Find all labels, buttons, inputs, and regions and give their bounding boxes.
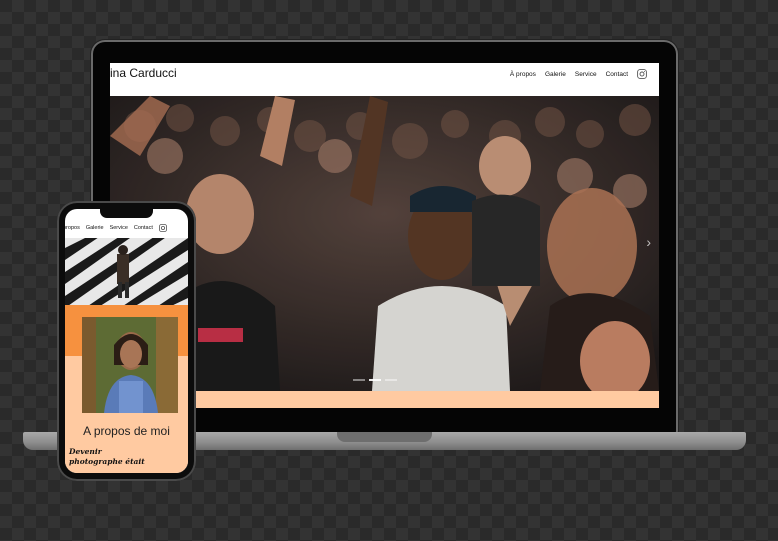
- about-subheading-line: photographe était: [69, 457, 145, 466]
- mobile-nav-link-service[interactable]: Service: [110, 225, 128, 231]
- mobile-nav-link-a-propos[interactable]: propos: [65, 225, 80, 231]
- site-nav: À propos Galerie Service Contact: [510, 69, 647, 79]
- about-subheading: Devenir photographe était: [69, 447, 145, 467]
- site-header: ina Carducci À propos Galerie Service Co…: [110, 63, 659, 96]
- chevron-right-icon[interactable]: ›: [646, 234, 651, 250]
- phone-screen: propos Galerie Service Contact: [65, 209, 188, 473]
- carousel-dot[interactable]: [353, 379, 365, 381]
- nav-link-a-propos[interactable]: À propos: [510, 71, 536, 78]
- nav-link-contact[interactable]: Contact: [606, 71, 628, 78]
- about-subheading-line: Devenir: [69, 447, 102, 456]
- mobile-hero-photo: [65, 238, 188, 305]
- phone-notch: [100, 209, 153, 218]
- carousel-dot[interactable]: [385, 379, 397, 381]
- portrait-photo: [82, 317, 178, 413]
- about-heading: A propos de moi: [83, 424, 170, 438]
- carousel-indicators: [353, 379, 397, 381]
- instagram-icon[interactable]: [637, 69, 647, 79]
- mobile-nav-link-galerie[interactable]: Galerie: [86, 225, 104, 231]
- laptop-trackpad-notch: [337, 432, 432, 442]
- phone-mockup: propos Galerie Service Contact: [57, 201, 196, 481]
- nav-link-galerie[interactable]: Galerie: [545, 71, 566, 78]
- carousel-dot[interactable]: [369, 379, 381, 381]
- nav-link-service[interactable]: Service: [575, 71, 597, 78]
- mobile-nav-link-contact[interactable]: Contact: [134, 225, 153, 231]
- instagram-icon[interactable]: [158, 224, 167, 232]
- mobile-nav: propos Galerie Service Contact: [65, 224, 188, 232]
- site-title[interactable]: ina Carducci: [110, 66, 177, 80]
